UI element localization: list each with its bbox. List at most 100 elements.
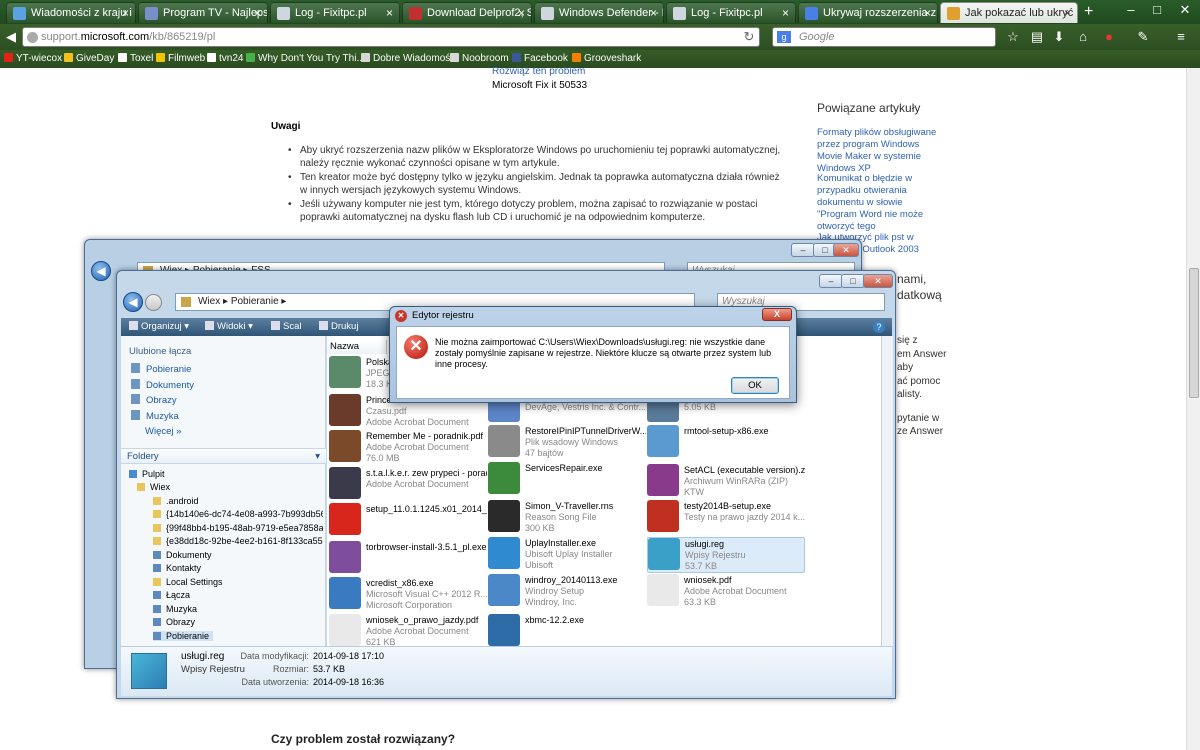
tree-item[interactable]: Dokumenty bbox=[153, 550, 323, 560]
bookmark[interactable]: Filmweb bbox=[156, 50, 205, 68]
file-item[interactable]: vcredist_x86.exe Microsoft Visual C++ 201… bbox=[329, 577, 487, 613]
browser-tab[interactable]: Windows Defender - N...× bbox=[534, 2, 664, 23]
more-link[interactable]: Więcej » bbox=[145, 426, 181, 437]
close-button[interactable]: ✕ bbox=[833, 243, 859, 257]
menu-icon[interactable]: ≡ bbox=[1172, 28, 1190, 46]
favorite-link[interactable]: Dokumenty bbox=[131, 379, 194, 391]
dialog-close-button[interactable]: X bbox=[762, 308, 792, 321]
browser-tab[interactable]: Wiadomości z kraju i z...× bbox=[6, 2, 136, 23]
related-link[interactable]: Komunikat o błędzie w przypadku otwieran… bbox=[817, 173, 942, 233]
close-tab-icon[interactable]: × bbox=[518, 3, 525, 23]
text-fragment[interactable]: ze Answer bbox=[897, 426, 943, 437]
ok-button[interactable]: OK bbox=[731, 377, 779, 394]
tree-item[interactable]: {14b140e6-dc74-4e08-a993-7b993db56 bbox=[153, 509, 323, 519]
file-item[interactable]: SetACL (executable version).zip Archiwum … bbox=[647, 464, 805, 500]
address-bar[interactable]: support.microsoft.com/kb/865219/pl bbox=[22, 27, 760, 47]
search-box[interactable]: g Google bbox=[772, 27, 996, 47]
file-item[interactable]: wniosek_o_prawo_jazdy.pdf Adobe Acrobat D… bbox=[329, 614, 487, 650]
browser-tab[interactable]: Ukrywaj rozszerzenia z... × bbox=[798, 2, 938, 23]
tree-item[interactable]: Łącza bbox=[153, 590, 323, 600]
back-button[interactable]: ◀ bbox=[91, 261, 111, 281]
tree-item-selected[interactable]: Pobieranie bbox=[153, 631, 213, 641]
bookmark[interactable]: Why Don't You Try Thi... bbox=[246, 50, 365, 68]
minimize-button[interactable]: – bbox=[791, 243, 815, 257]
favorite-link[interactable]: Muzyka bbox=[131, 410, 179, 422]
browser-tab[interactable]: Log - Fixitpc.pl × bbox=[666, 2, 796, 23]
forward-button[interactable] bbox=[145, 294, 162, 311]
close-button[interactable]: ✕ bbox=[863, 274, 893, 288]
views-button[interactable]: Widoki ▾ bbox=[205, 318, 253, 336]
browser-tab-active[interactable]: Jak pokazać lub ukryć ... × bbox=[940, 2, 1078, 23]
bookmark[interactable]: Toxel bbox=[118, 50, 153, 68]
tree-item[interactable]: Obrazy bbox=[153, 617, 323, 627]
fix-it-link[interactable]: Rozwiąż ten problem bbox=[492, 66, 585, 77]
extension-icon[interactable]: ✎ bbox=[1134, 28, 1152, 46]
file-item[interactable]: RestoreIPinIPTunnelDriverW... Plik wsadow… bbox=[488, 425, 646, 461]
file-item[interactable]: torbrowser-install-3.5.1_pl.exe bbox=[329, 541, 487, 577]
tree-item[interactable]: Kontakty bbox=[153, 563, 323, 573]
file-list-scrollbar[interactable] bbox=[881, 336, 893, 646]
file-item[interactable]: xbmc-12.2.exe bbox=[488, 614, 646, 650]
tree-item[interactable]: {e38dd18c-92be-4ee2-b161-8f133ca55 bbox=[153, 536, 323, 546]
reload-icon[interactable]: ↻ bbox=[740, 28, 758, 46]
star-icon[interactable]: ☆ bbox=[1004, 28, 1022, 46]
bookmark[interactable]: GiveDay bbox=[64, 50, 114, 68]
file-item[interactable]: setup_11.0.1.1245.x01_2014_... bbox=[329, 503, 487, 539]
browser-tab[interactable]: Program TV - Najlepsz...× bbox=[138, 2, 268, 23]
browser-tab[interactable]: Log - Fixitpc.pl × bbox=[270, 2, 400, 23]
close-tab-icon[interactable]: × bbox=[1064, 3, 1071, 23]
close-tab-icon[interactable]: × bbox=[122, 3, 129, 23]
file-item[interactable]: rmtool-setup-x86.exe bbox=[647, 425, 805, 461]
tree-item[interactable]: Muzyka bbox=[153, 604, 323, 614]
minimize-button[interactable]: – bbox=[819, 274, 843, 288]
browser-tab[interactable]: Download Delprof2, Se...× bbox=[402, 2, 532, 23]
file-item[interactable]: Remember Me - poradnik.pdf Adobe Acrobat … bbox=[329, 430, 487, 466]
tree-item[interactable]: Local Settings bbox=[153, 577, 323, 587]
close-icon[interactable]: ✕ bbox=[1172, 0, 1198, 20]
tree-item[interactable]: {99f48bb4-b195-48ab-9719-e5ea7858a bbox=[153, 523, 323, 533]
bookmark[interactable]: tvn24 bbox=[207, 50, 243, 68]
merge-button[interactable]: Scal bbox=[271, 318, 301, 336]
bookmark[interactable]: Dobre Wiadomości bbox=[361, 50, 457, 68]
folders-header[interactable]: Foldery ▾ bbox=[121, 448, 326, 464]
bookmark[interactable]: YT-wiecox bbox=[4, 50, 62, 68]
back-button[interactable]: ◀ bbox=[123, 292, 143, 312]
path-segment[interactable]: Pobieranie bbox=[231, 296, 279, 307]
file-item[interactable]: s.t.a.l.k.e.r. zew prypeci - poradnik.pd… bbox=[329, 467, 487, 503]
home-icon[interactable]: ⌂ bbox=[1074, 28, 1092, 46]
maximize-button[interactable]: □ bbox=[841, 274, 865, 288]
file-item[interactable]: Simon_V-Traveller.rns Reason Song File 300… bbox=[488, 500, 646, 536]
related-link[interactable]: Formaty plików obsługiwane przez program… bbox=[817, 127, 942, 175]
path-segment[interactable]: Wiex bbox=[198, 296, 220, 307]
text-fragment[interactable]: pytanie w bbox=[897, 413, 939, 424]
back-icon[interactable]: ◀ bbox=[2, 28, 20, 46]
close-tab-icon[interactable]: × bbox=[650, 3, 657, 23]
page-scrollbar[interactable] bbox=[1186, 68, 1200, 750]
scrollbar-thumb[interactable] bbox=[1189, 268, 1199, 398]
file-item[interactable]: ServicesRepair.exe bbox=[488, 462, 646, 498]
new-tab-button[interactable]: + bbox=[1084, 2, 1093, 22]
close-tab-icon[interactable]: × bbox=[924, 3, 931, 23]
tree-item[interactable]: Wiex bbox=[137, 482, 307, 492]
file-item[interactable]: wniosek.pdf Adobe Acrobat Document 63.3 KB bbox=[647, 574, 805, 610]
minimize-icon[interactable]: – bbox=[1118, 0, 1144, 20]
close-tab-icon[interactable]: × bbox=[386, 3, 393, 23]
tree-item[interactable]: .android bbox=[153, 496, 323, 506]
print-button[interactable]: Drukuj bbox=[319, 318, 358, 336]
close-tab-icon[interactable]: × bbox=[782, 3, 789, 23]
file-item-selected[interactable]: usługi.reg Wpisy Rejestru 53.7 KB bbox=[647, 537, 805, 573]
file-item[interactable]: UplayInstaller.exe Ubisoft Uplay Installe… bbox=[488, 537, 646, 573]
close-tab-icon[interactable]: × bbox=[254, 3, 261, 23]
file-item[interactable]: windroy_20140113.exe Windroy Setup Windroy… bbox=[488, 574, 646, 610]
file-item[interactable]: testy2014B-setup.exe Testy na prawo jazdy… bbox=[647, 500, 805, 536]
adblock-icon[interactable]: ● bbox=[1100, 28, 1118, 46]
favorite-link[interactable]: Obrazy bbox=[131, 394, 177, 406]
download-icon[interactable]: ⬇ bbox=[1050, 28, 1068, 46]
organize-button[interactable]: Organizuj ▾ bbox=[129, 318, 189, 336]
favorite-link[interactable]: Pobieranie bbox=[131, 363, 191, 375]
maximize-icon[interactable]: □ bbox=[1144, 0, 1170, 20]
help-icon[interactable]: ? bbox=[873, 321, 885, 333]
column-header-name[interactable]: Nazwa bbox=[327, 340, 387, 354]
library-icon[interactable]: ▤ bbox=[1028, 28, 1046, 46]
tree-item[interactable]: Pulpit bbox=[129, 469, 299, 479]
